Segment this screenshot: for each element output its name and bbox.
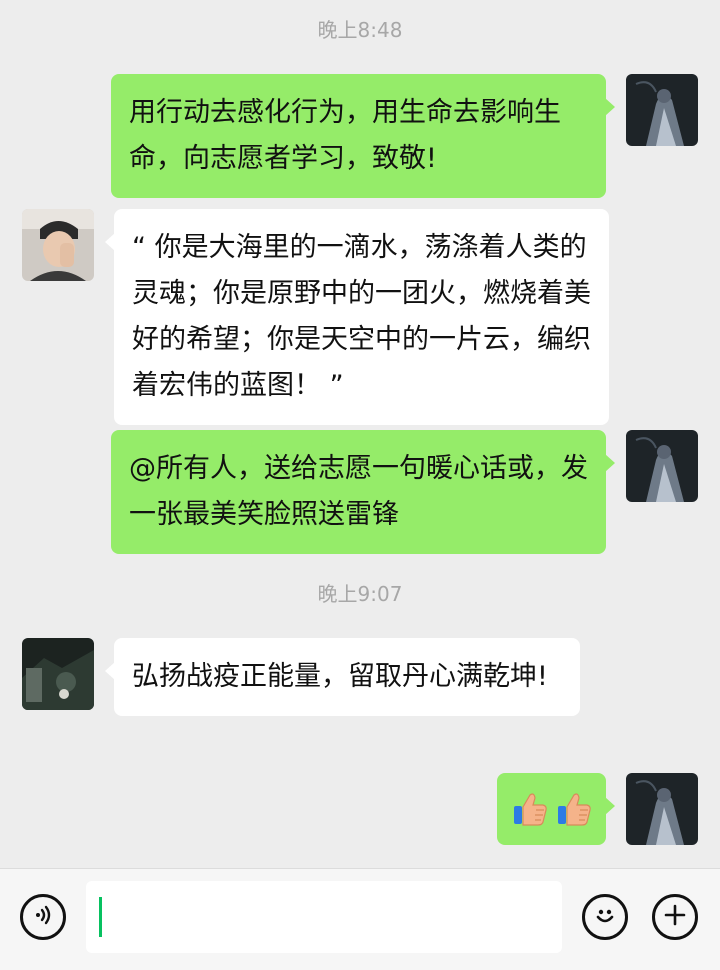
chat-area[interactable]: 晚上8:48 用行动去感化行为，用生命去影响生命，向志愿者学习，致敬! “ 你是…: [0, 0, 720, 868]
message-bubble-sent[interactable]: [497, 773, 615, 845]
message-bubble-sent[interactable]: 用行动去感化行为，用生命去影响生命，向志愿者学习，致敬!: [111, 74, 615, 198]
timestamp: 晚上9:07: [317, 582, 403, 606]
message-bubble-received[interactable]: “ 你是大海里的一滴水，荡涤着人类的灵魂；你是原野中的一团火，燃烧着美好的希望；…: [105, 209, 609, 425]
thumbs-up-icon: [510, 789, 550, 829]
contact-avatar[interactable]: [22, 209, 94, 281]
message-bubble-received[interactable]: 弘扬战疫正能量，留取丹心满乾坤!: [105, 638, 580, 716]
message-input[interactable]: [86, 881, 562, 953]
plus-icon: [663, 903, 687, 931]
contact-avatar[interactable]: [22, 638, 94, 710]
my-avatar[interactable]: [626, 74, 698, 146]
smiley-icon: [592, 902, 618, 932]
input-bar: [0, 868, 720, 970]
text-cursor: [99, 897, 102, 937]
voice-button[interactable]: [20, 894, 66, 940]
thumbs-up-icon: [554, 789, 594, 829]
my-avatar[interactable]: [626, 773, 698, 845]
my-avatar[interactable]: [626, 430, 698, 502]
message-bubble-sent[interactable]: @所有人，送给志愿一句暖心话或，发一张最美笑脸照送雷锋: [111, 430, 615, 554]
voice-icon: [31, 903, 55, 931]
emoji-button[interactable]: [582, 894, 628, 940]
timestamp: 晚上8:48: [317, 18, 403, 42]
more-button[interactable]: [652, 894, 698, 940]
